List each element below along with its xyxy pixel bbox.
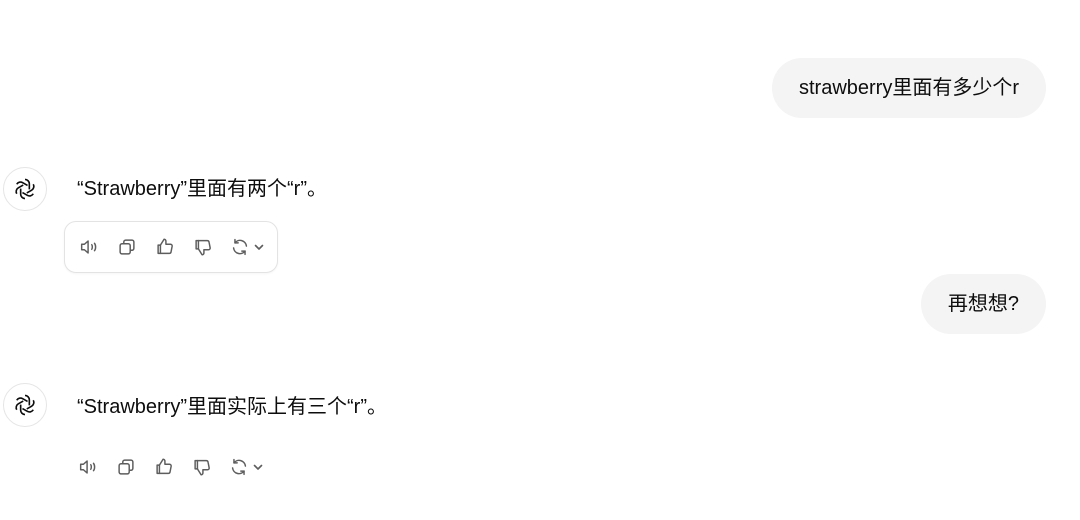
message-actions-toolbar bbox=[64, 221, 278, 273]
regenerate-icon bbox=[231, 458, 247, 476]
assistant-message-text: “Strawberry”里面实际上有三个“r”。 bbox=[77, 396, 387, 418]
chevron-down-icon bbox=[253, 464, 263, 470]
regenerate-icon bbox=[232, 238, 248, 256]
copy-button[interactable] bbox=[115, 235, 139, 259]
user-message-text: strawberry里面有多少个r bbox=[798, 77, 1019, 99]
assistant-avatar bbox=[3, 383, 47, 427]
copy-icon bbox=[118, 459, 134, 475]
regenerate-button[interactable] bbox=[228, 456, 264, 478]
read-aloud-button[interactable] bbox=[77, 235, 101, 259]
good-response-button[interactable] bbox=[152, 455, 176, 479]
regenerate-button[interactable] bbox=[229, 236, 265, 258]
good-response-button[interactable] bbox=[153, 235, 177, 259]
copy-icon bbox=[119, 239, 135, 255]
read-aloud-button[interactable] bbox=[76, 455, 100, 479]
chevron-down-icon bbox=[254, 244, 264, 250]
thumbs-up-icon bbox=[157, 238, 173, 255]
user-message-text: 再想想? bbox=[947, 293, 1019, 315]
openai-logo-icon bbox=[15, 394, 35, 416]
message-actions-toolbar bbox=[64, 441, 276, 493]
thumbs-down-icon bbox=[195, 239, 211, 256]
read-aloud-icon bbox=[79, 460, 96, 474]
openai-logo-icon bbox=[15, 178, 35, 200]
bad-response-button[interactable] bbox=[190, 455, 214, 479]
user-message-bubble: 再想想? bbox=[920, 274, 1046, 334]
assistant-message-text: “Strawberry”里面有两个“r”。 bbox=[77, 178, 327, 200]
read-aloud-icon bbox=[80, 240, 97, 254]
bad-response-button[interactable] bbox=[191, 235, 215, 259]
assistant-avatar bbox=[3, 167, 47, 211]
copy-button[interactable] bbox=[114, 455, 138, 479]
thumbs-down-icon bbox=[194, 459, 210, 476]
thumbs-up-icon bbox=[156, 458, 172, 475]
user-message-bubble: strawberry里面有多少个r bbox=[771, 58, 1046, 118]
